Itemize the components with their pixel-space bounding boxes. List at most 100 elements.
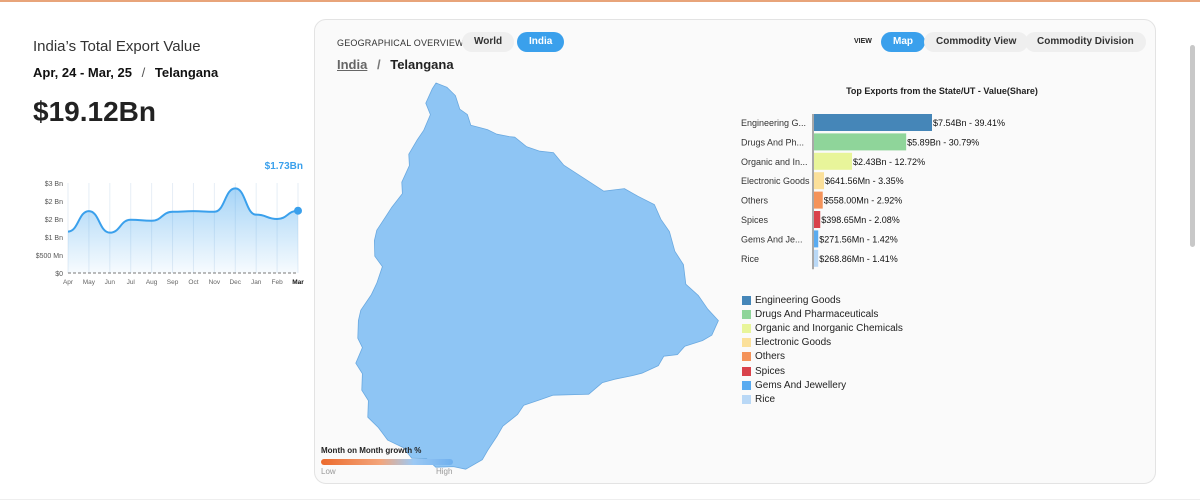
top-accent-rule bbox=[0, 0, 1200, 2]
trend-x-tick: Aug bbox=[146, 279, 158, 286]
trend-x-tick: Jan bbox=[251, 279, 262, 286]
legend-item[interactable]: Others bbox=[742, 350, 903, 364]
legend-item[interactable]: Electronic Goods bbox=[742, 336, 903, 350]
chart-bar[interactable] bbox=[814, 230, 819, 248]
chart-bar[interactable] bbox=[814, 172, 825, 190]
legend-label: Others bbox=[755, 351, 786, 363]
chart-bar[interactable] bbox=[814, 114, 932, 131]
chart-value-label: $2.43Bn - 12.72% bbox=[853, 157, 925, 167]
legend-label: Gems And Jewellery bbox=[755, 379, 847, 391]
summary-panel: India’s Total Export Value Apr, 24 - Mar… bbox=[33, 38, 303, 128]
growth-gradient-bar bbox=[321, 459, 453, 465]
tab-india[interactable]: India bbox=[517, 32, 565, 52]
trend-x-tick: Feb bbox=[271, 279, 283, 286]
page-scrollbar[interactable] bbox=[1190, 45, 1195, 247]
view-commodity-division-button[interactable]: Commodity Division bbox=[1025, 32, 1146, 52]
trend-y-tick: $2 Bn bbox=[45, 199, 63, 206]
legend-label: Spices bbox=[755, 365, 786, 377]
chart-category-label: Organic and In... bbox=[741, 157, 808, 167]
top-exports-bar-chart: Top Exports from the State/UT - Value(Sh… bbox=[741, 86, 1038, 270]
period-text: Apr, 24 - Mar, 25 bbox=[33, 65, 132, 80]
trend-callout: $1.73Bn bbox=[265, 161, 303, 172]
chart-category-label: Others bbox=[741, 196, 769, 206]
chart-value-label: $271.56Mn - 1.42% bbox=[819, 234, 898, 244]
growth-legend-label: Month on Month growth % bbox=[321, 446, 422, 455]
chart-value-label: $7.54Bn - 39.41% bbox=[933, 118, 1005, 128]
legend-label: Organic and Inorganic Chemicals bbox=[755, 322, 903, 334]
chart-bar[interactable] bbox=[814, 249, 819, 267]
growth-low-label: Low bbox=[321, 467, 336, 476]
legend-label: Engineering Goods bbox=[755, 294, 841, 306]
chart-bar[interactable] bbox=[814, 211, 821, 228]
chart-value-label: $5.89Bn - 30.79% bbox=[907, 137, 979, 147]
legend-item[interactable]: Rice bbox=[742, 392, 903, 406]
legend-swatch bbox=[742, 394, 751, 404]
chart-category-label: Spices bbox=[741, 215, 769, 225]
trend-x-tick: Dec bbox=[229, 279, 241, 286]
geo-overview-label: GEOGRAPHICAL OVERVIEW bbox=[337, 38, 464, 48]
geo-card: GEOGRAPHICAL OVERVIEW World India VIEW M… bbox=[314, 19, 1156, 484]
breadcrumb-separator: / bbox=[376, 57, 381, 72]
tab-world[interactable]: World bbox=[462, 32, 515, 52]
legend-label: Drugs And Pharmaceuticals bbox=[755, 308, 879, 320]
legend-item[interactable]: Gems And Jewellery bbox=[742, 378, 903, 392]
chart-bar[interactable] bbox=[814, 133, 907, 151]
view-label: VIEW bbox=[854, 38, 872, 45]
chart-category-label: Drugs And Ph... bbox=[741, 137, 804, 147]
legend-swatch bbox=[742, 380, 751, 390]
trend-x-tick: Mar bbox=[292, 279, 304, 286]
bottom-divider bbox=[0, 499, 1200, 500]
legend-item[interactable]: Spices bbox=[742, 364, 903, 378]
chart-bar[interactable] bbox=[814, 152, 853, 170]
telangana-state-shape[interactable] bbox=[355, 82, 719, 470]
legend-item[interactable]: Organic and Inorganic Chemicals bbox=[742, 321, 903, 335]
trend-x-tick: Jun bbox=[105, 279, 116, 286]
trend-highlight-point[interactable] bbox=[294, 206, 302, 215]
legend-swatch bbox=[742, 366, 751, 376]
chart-category-label: Engineering G... bbox=[741, 118, 806, 128]
trend-y-tick: $2 Bn bbox=[45, 217, 63, 224]
growth-high-label: High bbox=[436, 467, 453, 476]
summary-title: India’s Total Export Value bbox=[33, 38, 201, 55]
legend-item[interactable]: Drugs And Pharmaceuticals bbox=[742, 307, 903, 321]
legend-swatch bbox=[742, 323, 751, 333]
region-text: Telangana bbox=[154, 65, 219, 80]
trend-y-tick: $1 Bn bbox=[45, 235, 63, 242]
legend-swatch bbox=[742, 338, 751, 348]
growth-legend: Month on Month growth % Low High bbox=[321, 446, 453, 477]
trend-x-tick: Apr bbox=[63, 279, 74, 286]
trend-x-tick: Oct bbox=[188, 279, 198, 286]
legend-item[interactable]: Engineering Goods bbox=[742, 293, 903, 307]
legend-label: Electronic Goods bbox=[755, 337, 832, 349]
trend-y-tick: $500 Mn bbox=[36, 253, 63, 260]
period-separator: / bbox=[141, 65, 146, 80]
breadcrumb-current: Telangana bbox=[390, 57, 454, 72]
trend-y-tick: $3 Bn bbox=[45, 181, 63, 188]
breadcrumb: India / Telangana bbox=[337, 57, 454, 72]
trend-area bbox=[68, 188, 298, 273]
legend-swatch bbox=[742, 295, 751, 305]
chart-bar[interactable] bbox=[814, 191, 823, 209]
trend-x-tick: Sep bbox=[167, 279, 179, 286]
chart-value-label: $268.86Mn - 1.41% bbox=[819, 254, 898, 264]
commodity-legend: Engineering Goods Drugs And Pharmaceutica… bbox=[742, 293, 903, 407]
view-map-button[interactable]: Map bbox=[881, 32, 925, 52]
view-commodity-button[interactable]: Commodity View bbox=[924, 32, 1029, 52]
trend-x-tick: Jul bbox=[127, 279, 136, 286]
chart-value-label: $558.00Mn - 2.92% bbox=[824, 196, 903, 206]
trend-y-tick: $0 bbox=[55, 271, 63, 278]
chart-category-label: Rice bbox=[741, 254, 759, 264]
chart-title: Top Exports from the State/UT - Value(Sh… bbox=[846, 86, 1038, 96]
summary-period: Apr, 24 - Mar, 25 / Telangana bbox=[33, 65, 303, 80]
trend-x-tick: Nov bbox=[209, 279, 221, 286]
chart-value-label: $641.56Mn - 3.35% bbox=[825, 176, 904, 186]
chart-value-label: $398.65Mn - 2.08% bbox=[821, 215, 900, 225]
trend-x-tick: May bbox=[83, 279, 96, 286]
chart-category-label: Gems And Je... bbox=[741, 234, 803, 244]
chart-category-label: Electronic Goods bbox=[741, 176, 810, 186]
breadcrumb-india-link[interactable]: India bbox=[337, 57, 367, 72]
monthly-trend-chart: $0 $500 Mn $1 Bn $2 Bn $2 Bn $3 Bn Apr May Jun Ju… bbox=[36, 161, 304, 286]
legend-swatch bbox=[742, 352, 751, 362]
legend-label: Rice bbox=[755, 393, 776, 405]
total-export-value: $19.12Bn bbox=[33, 96, 156, 127]
